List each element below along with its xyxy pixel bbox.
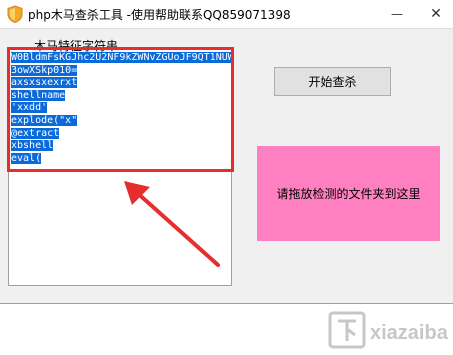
start-scan-button[interactable]: 开始查杀 <box>274 67 391 96</box>
title-bar: php木马查杀工具 -使用帮助联系QQ859071398 — ✕ <box>0 0 453 29</box>
minimize-icon: — <box>391 7 403 21</box>
close-button[interactable]: ✕ <box>419 0 453 28</box>
close-icon: ✕ <box>430 6 442 22</box>
shield-icon <box>7 5 23 23</box>
svg-text:xiazaiba: xiazaiba <box>370 322 449 344</box>
highlight-annotation <box>7 47 234 172</box>
folder-drop-zone[interactable]: 请拖放检测的文件夹到这里 <box>257 146 440 241</box>
drop-zone-label: 请拖放检测的文件夹到这里 <box>276 187 421 201</box>
window-title: php木马查杀工具 -使用帮助联系QQ859071398 <box>28 8 291 22</box>
minimize-button[interactable]: — <box>380 0 414 28</box>
arrow-annotation-icon <box>124 181 220 267</box>
watermark-logo: xiazaiba <box>328 311 449 349</box>
